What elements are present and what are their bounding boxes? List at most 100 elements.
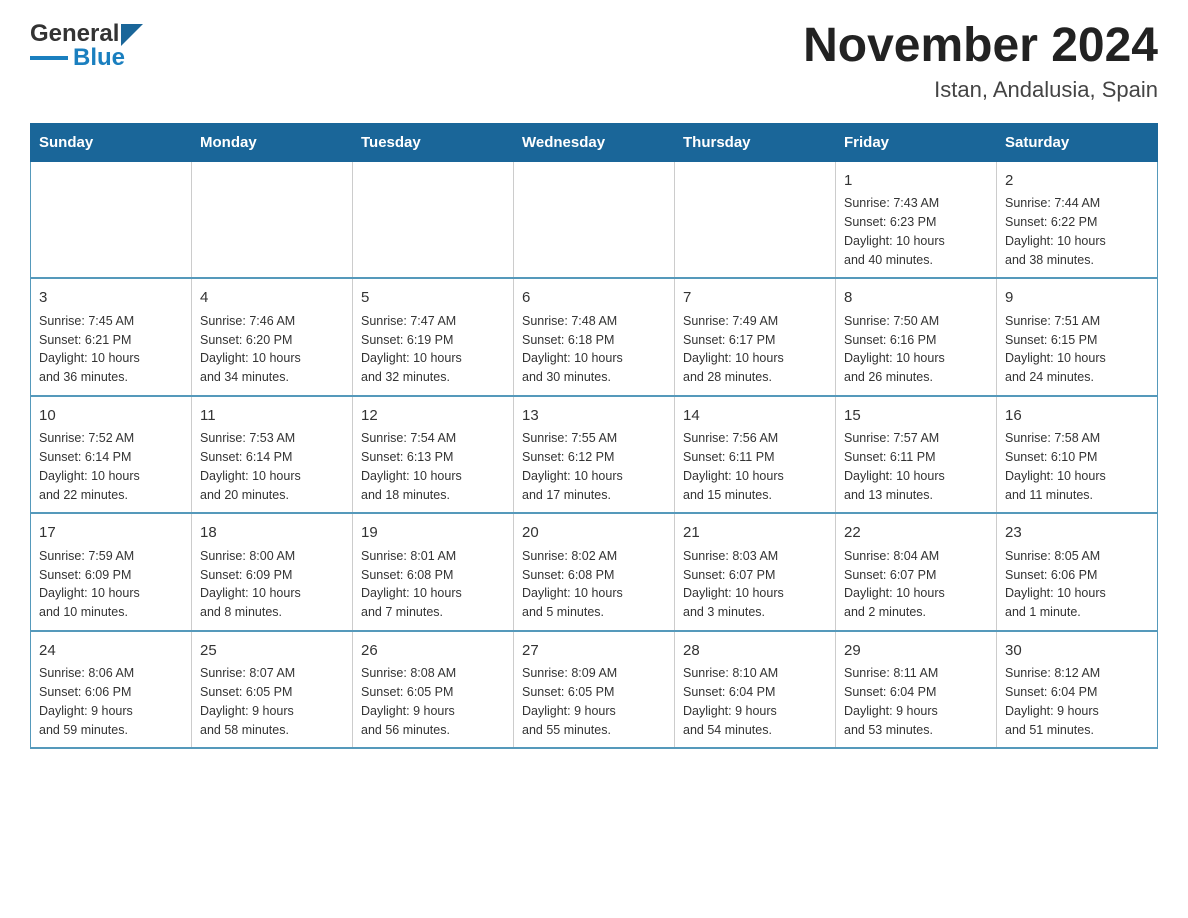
day-content: Sunrise: 7:58 AM Sunset: 6:10 PM Dayligh… <box>1005 429 1149 504</box>
day-number: 4 <box>200 287 344 310</box>
calendar-week-row: 10Sunrise: 7:52 AM Sunset: 6:14 PM Dayli… <box>31 396 1158 514</box>
calendar-cell <box>31 161 192 278</box>
day-number: 10 <box>39 405 183 428</box>
calendar-cell: 22Sunrise: 8:04 AM Sunset: 6:07 PM Dayli… <box>836 513 997 631</box>
day-number: 13 <box>522 405 666 428</box>
day-content: Sunrise: 7:50 AM Sunset: 6:16 PM Dayligh… <box>844 312 988 387</box>
day-content: Sunrise: 8:03 AM Sunset: 6:07 PM Dayligh… <box>683 547 827 622</box>
day-content: Sunrise: 8:08 AM Sunset: 6:05 PM Dayligh… <box>361 664 505 739</box>
day-content: Sunrise: 7:47 AM Sunset: 6:19 PM Dayligh… <box>361 312 505 387</box>
day-content: Sunrise: 7:43 AM Sunset: 6:23 PM Dayligh… <box>844 194 988 269</box>
day-number: 27 <box>522 640 666 663</box>
calendar-table: SundayMondayTuesdayWednesdayThursdayFrid… <box>30 123 1158 750</box>
day-number: 30 <box>1005 640 1149 663</box>
calendar-cell: 19Sunrise: 8:01 AM Sunset: 6:08 PM Dayli… <box>353 513 514 631</box>
calendar-week-row: 17Sunrise: 7:59 AM Sunset: 6:09 PM Dayli… <box>31 513 1158 631</box>
calendar-cell: 7Sunrise: 7:49 AM Sunset: 6:17 PM Daylig… <box>675 278 836 396</box>
calendar-cell: 1Sunrise: 7:43 AM Sunset: 6:23 PM Daylig… <box>836 161 997 278</box>
day-content: Sunrise: 7:52 AM Sunset: 6:14 PM Dayligh… <box>39 429 183 504</box>
calendar-cell: 21Sunrise: 8:03 AM Sunset: 6:07 PM Dayli… <box>675 513 836 631</box>
day-header-friday: Friday <box>836 123 997 161</box>
calendar-cell: 9Sunrise: 7:51 AM Sunset: 6:15 PM Daylig… <box>997 278 1158 396</box>
day-content: Sunrise: 7:44 AM Sunset: 6:22 PM Dayligh… <box>1005 194 1149 269</box>
day-number: 24 <box>39 640 183 663</box>
calendar-cell: 3Sunrise: 7:45 AM Sunset: 6:21 PM Daylig… <box>31 278 192 396</box>
day-header-thursday: Thursday <box>675 123 836 161</box>
day-number: 14 <box>683 405 827 428</box>
calendar-cell: 29Sunrise: 8:11 AM Sunset: 6:04 PM Dayli… <box>836 631 997 749</box>
page-header: General Blue November 2024 Istan, Andalu… <box>30 20 1158 103</box>
day-number: 25 <box>200 640 344 663</box>
calendar-cell <box>514 161 675 278</box>
day-number: 29 <box>844 640 988 663</box>
calendar-cell: 8Sunrise: 7:50 AM Sunset: 6:16 PM Daylig… <box>836 278 997 396</box>
calendar-cell: 6Sunrise: 7:48 AM Sunset: 6:18 PM Daylig… <box>514 278 675 396</box>
calendar-cell <box>353 161 514 278</box>
day-content: Sunrise: 8:00 AM Sunset: 6:09 PM Dayligh… <box>200 547 344 622</box>
day-number: 9 <box>1005 287 1149 310</box>
calendar-cell: 24Sunrise: 8:06 AM Sunset: 6:06 PM Dayli… <box>31 631 192 749</box>
calendar-cell: 28Sunrise: 8:10 AM Sunset: 6:04 PM Dayli… <box>675 631 836 749</box>
calendar-cell: 18Sunrise: 8:00 AM Sunset: 6:09 PM Dayli… <box>192 513 353 631</box>
day-number: 11 <box>200 405 344 428</box>
calendar-subtitle: Istan, Andalusia, Spain <box>803 77 1158 103</box>
day-number: 21 <box>683 522 827 545</box>
logo-blue-text: Blue <box>73 44 125 72</box>
calendar-cell: 10Sunrise: 7:52 AM Sunset: 6:14 PM Dayli… <box>31 396 192 514</box>
day-content: Sunrise: 8:01 AM Sunset: 6:08 PM Dayligh… <box>361 547 505 622</box>
day-content: Sunrise: 7:51 AM Sunset: 6:15 PM Dayligh… <box>1005 312 1149 387</box>
calendar-cell: 4Sunrise: 7:46 AM Sunset: 6:20 PM Daylig… <box>192 278 353 396</box>
day-number: 26 <box>361 640 505 663</box>
day-content: Sunrise: 8:07 AM Sunset: 6:05 PM Dayligh… <box>200 664 344 739</box>
calendar-cell: 17Sunrise: 7:59 AM Sunset: 6:09 PM Dayli… <box>31 513 192 631</box>
day-content: Sunrise: 8:05 AM Sunset: 6:06 PM Dayligh… <box>1005 547 1149 622</box>
day-content: Sunrise: 8:09 AM Sunset: 6:05 PM Dayligh… <box>522 664 666 739</box>
day-number: 19 <box>361 522 505 545</box>
day-content: Sunrise: 7:55 AM Sunset: 6:12 PM Dayligh… <box>522 429 666 504</box>
calendar-cell: 14Sunrise: 7:56 AM Sunset: 6:11 PM Dayli… <box>675 396 836 514</box>
calendar-week-row: 3Sunrise: 7:45 AM Sunset: 6:21 PM Daylig… <box>31 278 1158 396</box>
day-number: 23 <box>1005 522 1149 545</box>
calendar-cell: 13Sunrise: 7:55 AM Sunset: 6:12 PM Dayli… <box>514 396 675 514</box>
day-header-saturday: Saturday <box>997 123 1158 161</box>
calendar-cell <box>675 161 836 278</box>
calendar-cell: 11Sunrise: 7:53 AM Sunset: 6:14 PM Dayli… <box>192 396 353 514</box>
calendar-cell: 15Sunrise: 7:57 AM Sunset: 6:11 PM Dayli… <box>836 396 997 514</box>
day-header-sunday: Sunday <box>31 123 192 161</box>
day-content: Sunrise: 7:56 AM Sunset: 6:11 PM Dayligh… <box>683 429 827 504</box>
calendar-cell: 20Sunrise: 8:02 AM Sunset: 6:08 PM Dayli… <box>514 513 675 631</box>
calendar-cell: 2Sunrise: 7:44 AM Sunset: 6:22 PM Daylig… <box>997 161 1158 278</box>
day-number: 7 <box>683 287 827 310</box>
day-number: 22 <box>844 522 988 545</box>
day-content: Sunrise: 7:59 AM Sunset: 6:09 PM Dayligh… <box>39 547 183 622</box>
calendar-cell: 12Sunrise: 7:54 AM Sunset: 6:13 PM Dayli… <box>353 396 514 514</box>
calendar-cell: 25Sunrise: 8:07 AM Sunset: 6:05 PM Dayli… <box>192 631 353 749</box>
day-header-monday: Monday <box>192 123 353 161</box>
day-header-wednesday: Wednesday <box>514 123 675 161</box>
calendar-cell: 23Sunrise: 8:05 AM Sunset: 6:06 PM Dayli… <box>997 513 1158 631</box>
day-number: 18 <box>200 522 344 545</box>
day-content: Sunrise: 8:02 AM Sunset: 6:08 PM Dayligh… <box>522 547 666 622</box>
calendar-week-row: 1Sunrise: 7:43 AM Sunset: 6:23 PM Daylig… <box>31 161 1158 278</box>
calendar-title-block: November 2024 Istan, Andalusia, Spain <box>803 20 1158 103</box>
day-content: Sunrise: 8:11 AM Sunset: 6:04 PM Dayligh… <box>844 664 988 739</box>
day-number: 6 <box>522 287 666 310</box>
day-content: Sunrise: 8:06 AM Sunset: 6:06 PM Dayligh… <box>39 664 183 739</box>
day-number: 3 <box>39 287 183 310</box>
day-header-tuesday: Tuesday <box>353 123 514 161</box>
day-content: Sunrise: 7:49 AM Sunset: 6:17 PM Dayligh… <box>683 312 827 387</box>
calendar-header-row: SundayMondayTuesdayWednesdayThursdayFrid… <box>31 123 1158 161</box>
day-number: 28 <box>683 640 827 663</box>
logo: General Blue <box>30 20 143 72</box>
day-content: Sunrise: 7:48 AM Sunset: 6:18 PM Dayligh… <box>522 312 666 387</box>
day-number: 17 <box>39 522 183 545</box>
day-content: Sunrise: 8:04 AM Sunset: 6:07 PM Dayligh… <box>844 547 988 622</box>
logo-stripe <box>30 56 68 60</box>
day-content: Sunrise: 8:10 AM Sunset: 6:04 PM Dayligh… <box>683 664 827 739</box>
day-number: 8 <box>844 287 988 310</box>
day-number: 12 <box>361 405 505 428</box>
day-content: Sunrise: 7:53 AM Sunset: 6:14 PM Dayligh… <box>200 429 344 504</box>
calendar-cell <box>192 161 353 278</box>
calendar-cell: 16Sunrise: 7:58 AM Sunset: 6:10 PM Dayli… <box>997 396 1158 514</box>
day-content: Sunrise: 7:46 AM Sunset: 6:20 PM Dayligh… <box>200 312 344 387</box>
